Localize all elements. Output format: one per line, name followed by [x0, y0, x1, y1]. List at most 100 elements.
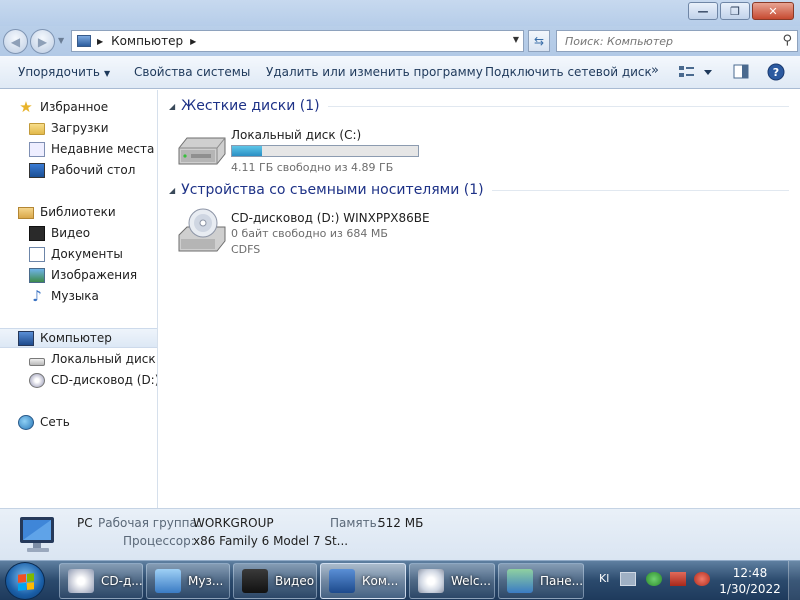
volume-muted-icon[interactable]: [694, 572, 710, 586]
back-arrow-icon: ◀: [10, 34, 21, 49]
breadcrumb-separator-icon[interactable]: ▶: [190, 37, 196, 46]
nav-video[interactable]: Видео: [29, 223, 157, 243]
taskbar-item-video[interactable]: Видео: [233, 563, 317, 599]
organize-button[interactable]: Упорядочить ▼: [18, 65, 110, 79]
navigation-pane[interactable]: ★ Избранное Загрузки Недавние места Рабоч…: [0, 90, 158, 508]
taskbar-item-label: Муз...: [188, 574, 224, 588]
maximize-button[interactable]: ❐: [720, 2, 750, 20]
taskbar-item-label: Welc...: [451, 574, 491, 588]
start-button[interactable]: [5, 562, 45, 600]
downloads-folder-icon: [29, 123, 45, 135]
nav-desktop-label: Рабочий стол: [51, 163, 136, 177]
minimize-button[interactable]: —: [688, 2, 718, 20]
taskbar-item-computer[interactable]: Ком...: [320, 563, 406, 599]
forward-arrow-icon: ▶: [37, 34, 48, 49]
taskbar-item-music[interactable]: Муз...: [146, 563, 230, 599]
windows-logo-icon: [18, 573, 34, 591]
taskbar-item-cd-drive[interactable]: CD-д...: [59, 563, 143, 599]
welcome-cd-icon: [418, 569, 444, 593]
network-status-icon[interactable]: [670, 572, 686, 586]
keyboard-icon[interactable]: [620, 572, 636, 586]
refresh-button[interactable]: ⇆: [528, 30, 550, 52]
nav-network[interactable]: Сеть: [18, 412, 157, 432]
taskbar-item-label: Пане...: [540, 574, 584, 588]
nav-music[interactable]: ♪ Музыка: [29, 286, 157, 306]
drive-c-item[interactable]: Локальный диск (C:) 4.11 ГБ свободно из …: [177, 124, 627, 180]
processor-label: Процессор:: [123, 534, 195, 548]
nav-local-disk[interactable]: Локальный диск (C: [29, 349, 157, 369]
preview-pane-button[interactable]: [733, 64, 749, 83]
nav-documents[interactable]: Документы: [29, 244, 157, 264]
search-input[interactable]: [565, 31, 775, 51]
window-controls: — ❐ ✕: [686, 2, 794, 20]
drive-d-free-space: 0 байт свободно из 684 МБ: [231, 227, 388, 240]
group-divider: [327, 105, 789, 107]
language-indicator[interactable]: Kl: [599, 572, 609, 585]
nav-recent-label: Недавние места: [51, 142, 155, 156]
group-removable[interactable]: ◢ Устройства со съемными носителями (1): [169, 182, 789, 198]
nav-libraries-label: Библиотеки: [40, 205, 116, 219]
nav-pictures[interactable]: Изображения: [29, 265, 157, 285]
music-note-icon: [155, 569, 181, 593]
nav-pictures-label: Изображения: [51, 268, 138, 282]
recent-places-icon: [29, 141, 45, 157]
search-icon[interactable]: ⚲: [782, 33, 792, 48]
search-box[interactable]: ⚲: [556, 30, 798, 52]
view-icon: [679, 66, 712, 77]
forward-button[interactable]: ▶: [30, 29, 55, 54]
nav-recent-places[interactable]: Недавние места: [29, 139, 157, 159]
nav-favorites-label: Избранное: [40, 100, 109, 114]
address-bar[interactable]: ▶ Компьютер ▶ ▼: [71, 30, 524, 52]
breadcrumb-computer[interactable]: Компьютер: [111, 34, 183, 48]
command-bar: Упорядочить ▼ Свойства системы Удалить ил…: [0, 56, 800, 89]
hard-disk-icon: [178, 137, 226, 165]
system-properties-button[interactable]: Свойства системы: [134, 65, 250, 79]
nav-libraries[interactable]: Библиотеки: [18, 202, 157, 222]
drive-c-free-space: 4.11 ГБ свободно из 4.89 ГБ: [231, 161, 394, 174]
action-center-icon[interactable]: [646, 572, 662, 586]
collapse-triangle-icon[interactable]: ◢: [169, 102, 175, 111]
nav-desktop[interactable]: Рабочий стол: [29, 160, 157, 180]
show-desktop-button[interactable]: [788, 561, 800, 600]
group-hard-disks-title: Жесткие диски (1): [181, 98, 320, 114]
drive-d-item[interactable]: CD-дисковод (D:) WINXPPX86BE 0 байт своб…: [177, 207, 627, 263]
group-hard-disks[interactable]: ◢ Жесткие диски (1): [169, 98, 789, 114]
taskbar-item-welcome[interactable]: Welc...: [409, 563, 495, 599]
taskbar-item-label: Видео: [275, 574, 315, 588]
drive-d-filesystem: CDFS: [231, 243, 261, 256]
nav-documents-label: Документы: [51, 247, 123, 261]
nav-downloads-label: Загрузки: [51, 121, 109, 135]
nav-downloads[interactable]: Загрузки: [29, 118, 157, 138]
collapse-triangle-icon[interactable]: ◢: [169, 186, 175, 195]
uninstall-program-button[interactable]: Удалить или изменить программу: [266, 65, 483, 79]
back-button[interactable]: ◀: [3, 29, 28, 54]
help-button[interactable]: ?: [767, 63, 785, 84]
close-button[interactable]: ✕: [752, 2, 794, 20]
nav-favorites[interactable]: ★ Избранное: [18, 97, 157, 117]
map-network-drive-button[interactable]: Подключить сетевой диск: [485, 65, 652, 79]
group-divider: [491, 189, 789, 191]
breadcrumb-separator-icon[interactable]: ▶: [97, 37, 103, 46]
minimize-icon: —: [697, 4, 709, 18]
desktop-icon: [29, 162, 45, 178]
video-library-icon: [29, 225, 45, 241]
taskbar-item-control-panel[interactable]: Пане...: [498, 563, 584, 599]
clock[interactable]: 12:48 1/30/2022: [718, 565, 782, 597]
nav-video-label: Видео: [51, 226, 91, 240]
recent-pages-dropdown-icon[interactable]: ▼: [58, 36, 64, 45]
nav-computer[interactable]: Компьютер: [0, 328, 157, 348]
more-commands-button[interactable]: »: [651, 63, 659, 78]
network-icon: [18, 414, 34, 430]
view-options-button[interactable]: [678, 64, 714, 83]
clock-time: 12:48: [732, 566, 768, 580]
taskbar: CD-д... Муз... Видео Ком... Welc... Пане…: [0, 560, 800, 600]
cd-drive-icon: [68, 569, 94, 593]
control-panel-icon: [507, 569, 533, 593]
pictures-library-icon: [29, 267, 45, 283]
address-dropdown-icon[interactable]: ▼: [513, 35, 519, 44]
address-row: ◀ ▶ ▼ ▶ Компьютер ▶ ▼ ⇆ ⚲: [0, 26, 800, 56]
content-pane[interactable]: ◢ Жесткие диски (1) Локальный диск (C:) …: [159, 90, 800, 508]
processor-value: x86 Family 6 Model 7 St...: [193, 534, 349, 548]
taskbar-item-label: CD-д...: [101, 574, 143, 588]
nav-cd-drive[interactable]: CD-дисковод (D:) W: [29, 370, 157, 390]
